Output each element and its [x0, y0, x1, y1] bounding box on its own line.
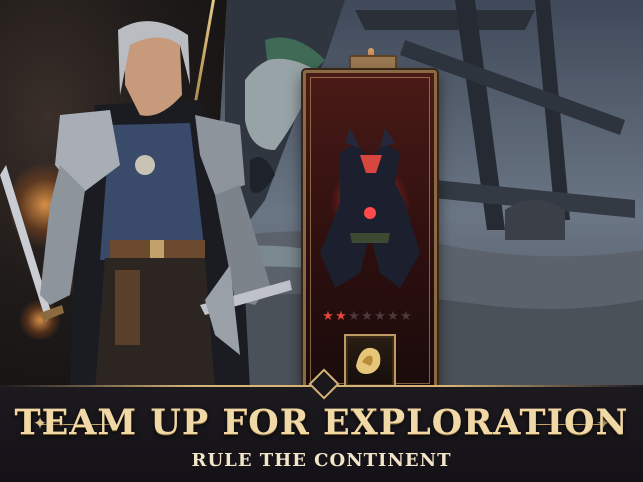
- star-icon: ★: [348, 309, 360, 324]
- star-icon: ★: [361, 309, 373, 324]
- banner-subtitle: RULE THE CONTINENT: [191, 450, 452, 471]
- werewolf-portrait: [320, 128, 420, 288]
- star-icon: ★: [374, 309, 386, 324]
- star-icon: ★: [387, 309, 399, 324]
- star-icon: ★: [400, 309, 412, 324]
- game-promo-scene: ★ ★ ★ ★ ★ ★ ★ ✦ ✦ TEAM UP FOR EXPLORATIO…: [0, 0, 643, 482]
- knight-character: [0, 21, 292, 390]
- star-icon: ★: [335, 309, 347, 324]
- rarity-stars: ★ ★ ★ ★ ★ ★ ★: [322, 309, 412, 325]
- star-icon: ★: [322, 309, 334, 324]
- relic-item-icon: [356, 347, 381, 374]
- item-slot[interactable]: [344, 334, 396, 388]
- banner-title: TEAM UP FOR EXPLORATION: [14, 402, 629, 443]
